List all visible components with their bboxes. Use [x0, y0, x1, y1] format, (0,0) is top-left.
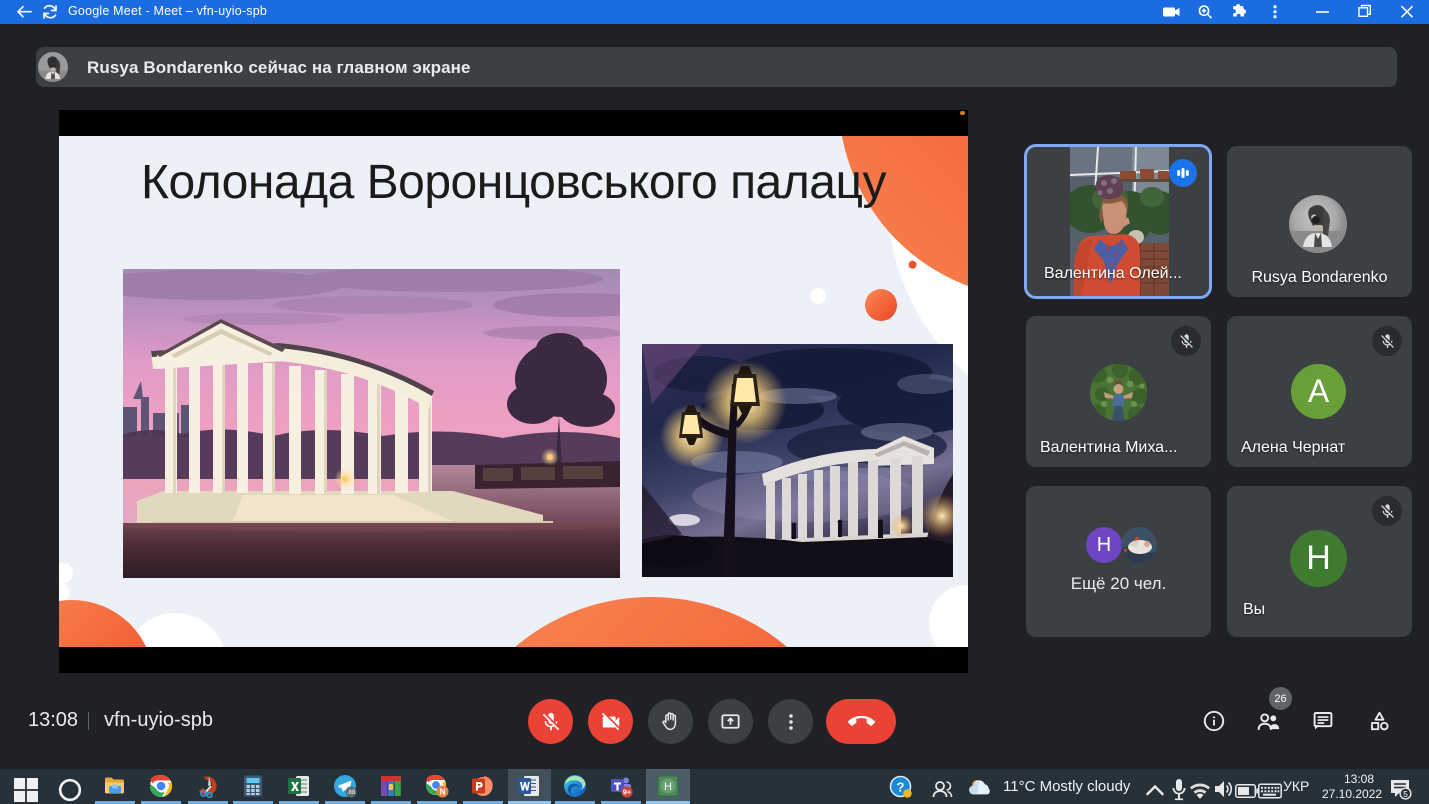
svg-text:.88: .88 [347, 790, 356, 796]
svg-text:N: N [440, 787, 446, 796]
svg-text:?: ? [897, 780, 905, 795]
svg-text:9+: 9+ [623, 788, 632, 797]
svg-text:5: 5 [1403, 789, 1408, 799]
svg-text:H: H [664, 781, 672, 793]
